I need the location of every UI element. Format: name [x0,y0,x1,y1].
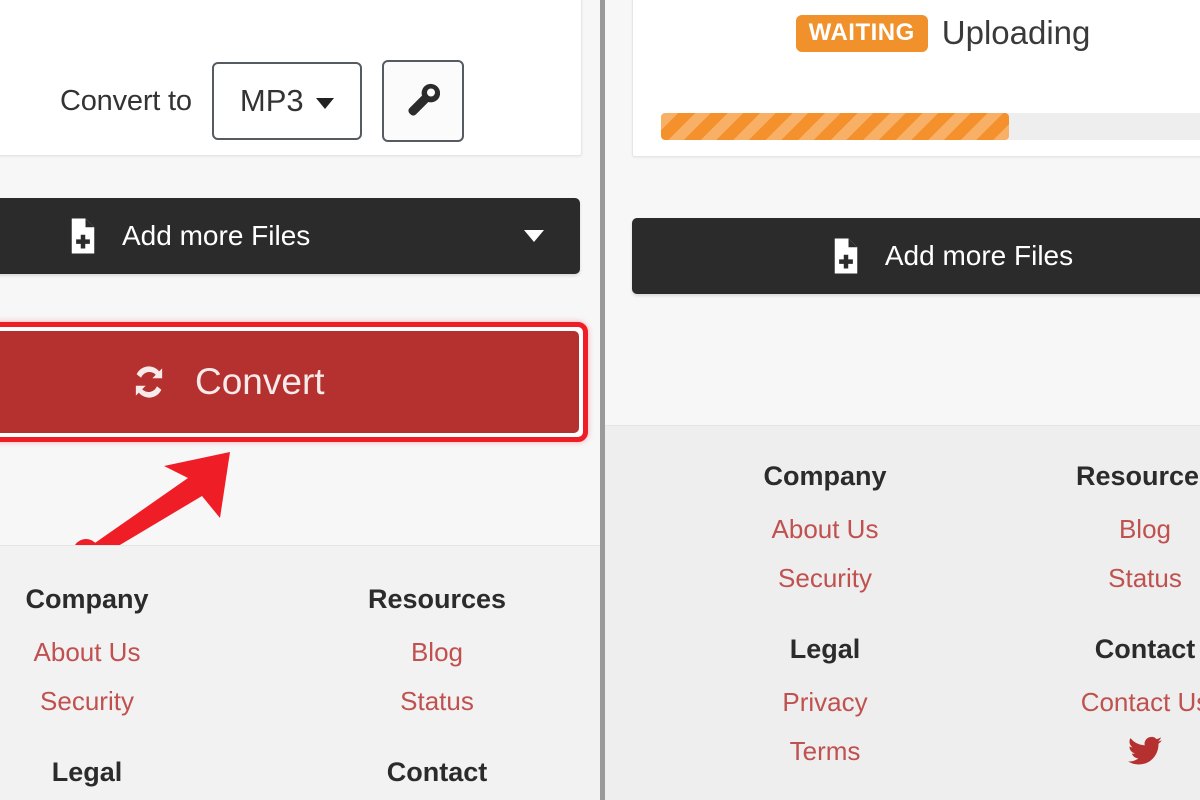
footer-link-security[interactable]: Security [0,686,262,717]
footer-link-blog[interactable]: Blog [985,514,1200,545]
social-links [985,736,1200,766]
screenshot-root: Convert to MP3 Add more Files Convert Co… [0,0,1200,800]
footer-link-terms[interactable]: Terms [665,736,985,767]
footer-heading-company: Company [25,584,149,614]
footer-columns: Company About Us Security Legal Privacy … [665,461,1200,785]
format-select[interactable]: MP3 [211,62,362,140]
footer-heading-resources: Resources [1075,461,1200,491]
convert-button[interactable]: Convert [0,331,579,433]
footer-heading-contact: Contact [1094,634,1196,664]
wrench-icon [408,83,440,116]
footer-columns: Company About Us Security Legal Resource… [0,584,600,800]
add-more-files-button[interactable]: Add more Files [0,198,580,274]
convert-button-content: Convert [129,361,325,403]
file-plus-icon [71,218,95,254]
status-badge: WAITING [795,14,928,52]
footer-column-company: Company About Us Security Legal Privacy … [665,461,985,785]
footer-heading-legal: Legal [789,634,861,664]
footer-link-security[interactable]: Security [665,563,985,594]
chevron-down-icon[interactable] [524,230,544,242]
footer-link-blog[interactable]: Blog [262,637,600,668]
footer-link-about-us[interactable]: About Us [0,637,262,668]
add-more-files-content: Add more Files [831,238,1073,274]
add-more-files-content: Add more Files [68,218,310,254]
footer-heading-contact: Contact [386,757,488,787]
footer-heading-resources: Resources [367,584,507,614]
convert-button-highlight: Convert [0,322,588,442]
footer: Company About Us Security Legal Resource… [0,545,600,800]
convert-to-row: Convert to MP3 [60,60,464,142]
upload-status-text: Uploading [941,14,1091,51]
upload-card: WAITING Uploading [632,0,1200,157]
footer-column-resources: Resources Blog Status Contact Contact Us [985,461,1200,785]
convert-to-label: Convert to [60,84,192,117]
upload-progress-fill [661,113,1009,140]
add-more-files-button[interactable]: Add more Files [632,218,1200,294]
chevron-down-icon [315,98,334,109]
footer-link-status[interactable]: Status [985,563,1200,594]
file-plus-icon [834,238,858,274]
footer-link-about-us[interactable]: About Us [665,514,985,545]
footer-link-status[interactable]: Status [262,686,600,717]
footer-heading-legal: Legal [51,757,123,787]
footer-column-company: Company About Us Security Legal [0,584,262,800]
upload-progress-bar [661,113,1200,140]
red-arrow-up-right-icon [73,452,230,560]
footer-column-resources: Resources Blog Status Contact [262,584,600,800]
right-panel: WAITING Uploading Add more Files Company… [605,0,1200,800]
refresh-sync-icon [135,366,163,398]
footer-heading-company: Company [763,461,887,491]
panel-divider [600,0,605,800]
twitter-icon[interactable] [1128,736,1162,766]
convert-button-label: Convert [195,361,325,402]
footer-link-contact-us[interactable]: Contact Us [985,687,1200,718]
add-more-files-label: Add more Files [884,240,1074,271]
left-panel: Convert to MP3 Add more Files Convert Co… [0,0,600,800]
footer-link-privacy[interactable]: Privacy [665,687,985,718]
settings-button[interactable] [381,60,464,142]
upload-status-row: WAITING Uploading [633,14,1200,52]
footer: Company About Us Security Legal Privacy … [605,425,1200,800]
add-more-files-label: Add more Files [122,220,311,251]
format-select-value: MP3 [239,83,304,118]
